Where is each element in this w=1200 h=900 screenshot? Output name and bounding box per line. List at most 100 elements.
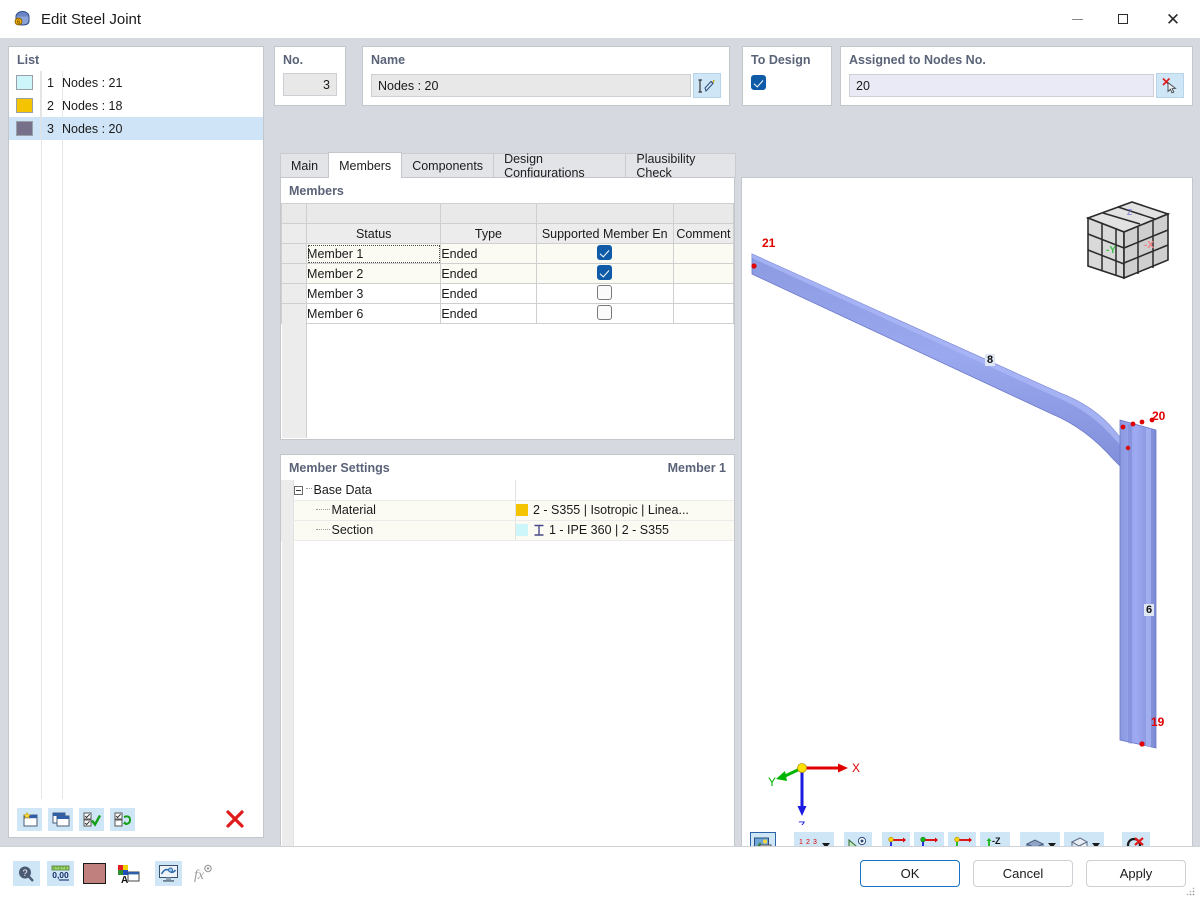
svg-text:0,00: 0,00 (52, 870, 69, 880)
node-20-marker-c[interactable] (1139, 419, 1145, 425)
cell-supported[interactable] (535, 243, 674, 264)
cell-comment[interactable] (672, 303, 735, 324)
color-button[interactable] (81, 861, 108, 886)
no-field-box: No. 3 (274, 46, 346, 106)
display-properties-button[interactable]: A (115, 861, 142, 886)
supported-checkbox[interactable] (597, 304, 613, 320)
row-handle[interactable] (280, 283, 308, 304)
view-cube-face-right: -X (1144, 240, 1154, 251)
minimize-button[interactable] (1054, 0, 1100, 38)
list-item-number: 2 (47, 98, 54, 113)
fx-icon: fx (194, 864, 212, 883)
tree-row[interactable]: Section 1 - IPE 360 | 2 - S355 (281, 520, 734, 541)
cell-comment[interactable] (672, 263, 735, 284)
node-19-marker[interactable] (1139, 741, 1145, 747)
supported-checkbox[interactable] (597, 244, 613, 260)
new-window-icon (22, 811, 37, 826)
select-all-button[interactable] (79, 807, 104, 831)
maximize-button[interactable] (1100, 0, 1146, 38)
no-input[interactable]: 3 (283, 73, 337, 96)
table-row[interactable]: Member 3 Ended (280, 283, 735, 304)
tab-members[interactable]: Members (328, 152, 403, 178)
formula-button[interactable]: fx (189, 861, 216, 886)
cell-type[interactable]: Ended (440, 283, 537, 304)
member-settings-title: Member Settings Member 1 (281, 455, 734, 480)
rename-button[interactable] (693, 73, 721, 98)
tree-row-label: Material (331, 503, 376, 517)
cell-status[interactable]: Member 1 (306, 243, 442, 264)
delete-item-button[interactable] (222, 808, 247, 831)
copy-item-button[interactable] (48, 807, 73, 831)
assigned-nodes-input[interactable]: 20 (849, 74, 1154, 97)
column-header-supported-member-end[interactable]: Supported Member En (535, 223, 674, 244)
column-header-type[interactable]: Type (440, 223, 537, 244)
window-title: Edit Steel Joint (41, 10, 142, 28)
list-item-selected[interactable]: 3 Nodes : 20 (9, 117, 263, 140)
units-button[interactable]: 0,00 (47, 861, 74, 886)
members-panel: Members Status Type Supported Member En … (280, 177, 735, 440)
view-settings-button[interactable] (155, 861, 182, 886)
cell-status[interactable]: Member 6 (306, 303, 442, 324)
tree-group-label: Base Data (313, 482, 372, 497)
node-20-marker[interactable] (1120, 424, 1126, 430)
help-magnifier-icon: ? (19, 866, 34, 882)
name-input[interactable]: Nodes : 20 (371, 74, 691, 97)
assigned-nodes-label: Assigned to Nodes No. (849, 53, 986, 67)
apply-button[interactable]: Apply (1086, 860, 1186, 887)
column-header-status[interactable]: Status (306, 223, 442, 244)
color-rectangle-icon (83, 863, 106, 884)
member-settings-gutter (282, 539, 294, 864)
tree-row[interactable]: Material 2 - S355 | Isotropic | Linea... (281, 500, 734, 521)
cell-comment[interactable] (672, 283, 735, 304)
name-label: Name (371, 53, 406, 67)
close-button[interactable]: ✕ (1146, 0, 1200, 38)
steel-joint-icon: 6 (10, 8, 32, 30)
cell-type[interactable]: Ended (440, 243, 537, 264)
table-row[interactable]: Member 2 Ended (280, 263, 735, 284)
cancel-button[interactable]: Cancel (973, 860, 1073, 887)
tab-components[interactable]: Components (401, 153, 495, 178)
3d-viewport[interactable]: -Y -X Z X Y Z 21 20 19 8 6 1 2 3 -Z (741, 177, 1193, 866)
list-item[interactable]: 1 Nodes : 21 (9, 71, 263, 94)
supported-checkbox[interactable] (597, 264, 613, 280)
ok-button[interactable]: OK (860, 860, 960, 887)
pick-nodes-button[interactable] (1156, 73, 1184, 98)
units-000-icon: 0,00 (51, 865, 69, 881)
invert-selection-button[interactable] (110, 807, 135, 831)
row-handle[interactable] (280, 263, 308, 284)
column-header-comment[interactable]: Comment (672, 223, 735, 244)
column-header-rownum[interactable] (280, 223, 308, 244)
node-20-marker-b[interactable] (1130, 421, 1136, 427)
svg-text:fx: fx (194, 868, 205, 883)
tab-plausibility-check[interactable]: Plausibility Check (625, 152, 736, 180)
help-button[interactable]: ? (13, 861, 40, 886)
supported-checkbox[interactable] (597, 284, 613, 300)
cell-status[interactable]: Member 3 (306, 283, 442, 304)
cell-supported[interactable] (535, 263, 674, 284)
table-row[interactable]: Member 1 Ended (280, 243, 735, 264)
tab-design-configurations[interactable]: Design Configurations (493, 152, 627, 180)
list-item[interactable]: 2 Nodes : 18 (9, 94, 263, 117)
cell-type[interactable]: Ended (440, 263, 537, 284)
cell-status[interactable]: Member 2 (306, 263, 442, 284)
tree-group-row[interactable]: Base Data (281, 480, 734, 501)
view-cube[interactable]: -Y -X Z (1085, 201, 1171, 280)
node-21-marker[interactable] (751, 263, 757, 269)
to-design-checkbox[interactable] (751, 75, 766, 90)
3d-model-scene[interactable]: -Y -X Z X Y Z (742, 178, 1193, 827)
svg-text:2: 2 (806, 839, 810, 846)
table-row[interactable]: Member 6 Ended (280, 303, 735, 324)
member-8-beam[interactable] (751, 253, 1135, 481)
color-swatch-icon (16, 121, 33, 136)
node-20-marker-e[interactable] (1125, 445, 1131, 451)
dialog-buttons: OK Cancel Apply (847, 860, 1200, 887)
cell-type[interactable]: Ended (440, 303, 537, 324)
resize-grip-icon[interactable] (1185, 886, 1195, 896)
row-handle[interactable] (280, 243, 308, 264)
cell-supported[interactable] (535, 283, 674, 304)
new-item-button[interactable] (17, 807, 42, 831)
cell-comment[interactable] (672, 243, 735, 264)
tab-main[interactable]: Main (280, 153, 330, 178)
collapse-group-icon[interactable] (293, 485, 303, 495)
cell-supported[interactable] (535, 303, 674, 324)
